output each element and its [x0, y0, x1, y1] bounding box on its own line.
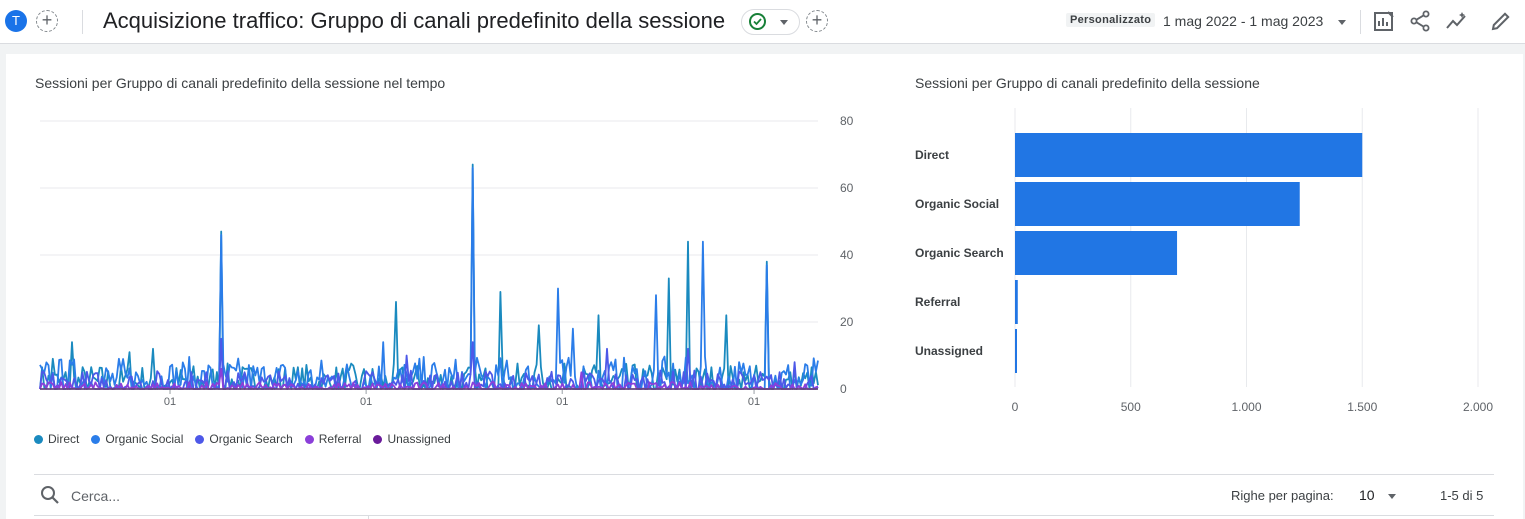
search-input[interactable]: Cerca...: [71, 488, 120, 504]
edit-icon[interactable]: [1490, 10, 1512, 32]
date-range-chevron-icon[interactable]: [1338, 20, 1346, 25]
series-line-organic-social[interactable]: [39, 167, 819, 390]
y-tick-label: 60: [840, 181, 854, 195]
report-header: T + Acquisizione traffico: Gruppo di can…: [0, 0, 1525, 44]
pagination-info: 1-5 di 5: [1440, 488, 1484, 503]
header-divider: [82, 10, 83, 34]
table-column-divider: [368, 515, 369, 519]
x-tick-day: 01: [164, 396, 176, 408]
legend-item-direct[interactable]: Direct: [34, 432, 79, 446]
legend-item-referral[interactable]: Referral: [304, 432, 362, 446]
rows-chevron-icon[interactable]: [1388, 494, 1396, 499]
table-toolbar: Cerca... Righe per pagina: 10 1-5 di 5: [34, 474, 1494, 516]
category-label: Unassigned: [915, 344, 983, 358]
property-avatar[interactable]: T: [5, 10, 27, 32]
date-type-badge: Personalizzato: [1066, 13, 1156, 27]
share-icon[interactable]: [1409, 10, 1431, 32]
legend-swatch: [304, 434, 314, 444]
legend-label: Unassigned: [387, 432, 451, 446]
category-label: Organic Social: [915, 197, 999, 211]
line-chart-title: Sessioni per Gruppo di canali predefinit…: [35, 75, 446, 91]
line-chart-legend: Direct Organic Social Organic Search Referr…: [34, 432, 451, 446]
legend-swatch: [195, 434, 205, 444]
status-dropdown[interactable]: [741, 9, 800, 35]
category-label: Organic Search: [915, 246, 1004, 260]
legend-swatch: [34, 434, 43, 444]
date-range-picker[interactable]: 1 mag 2022 - 1 mag 2023: [1163, 13, 1323, 29]
y-tick-label: 0: [840, 382, 847, 396]
bar-organic-social[interactable]: [1015, 182, 1300, 226]
category-label: Direct: [915, 148, 949, 162]
insights-icon[interactable]: [1445, 10, 1467, 32]
legend-label: Referral: [318, 432, 362, 446]
bar-chart-title: Sessioni per Gruppo di canali predefinit…: [915, 75, 1260, 91]
legend-label: Organic Social: [105, 432, 184, 446]
legend-item-unassigned[interactable]: Unassigned: [373, 432, 451, 446]
table-divider: [34, 515, 1494, 516]
x-tick-label: 500: [1121, 400, 1141, 414]
legend-item-organic-search[interactable]: Organic Search: [195, 432, 293, 446]
rows-per-page-select[interactable]: 10: [1359, 487, 1375, 503]
legend-swatch: [91, 434, 101, 444]
x-tick-label: 1.500: [1347, 400, 1377, 414]
bar-organic-search[interactable]: [1015, 231, 1178, 275]
x-tick-day: 01: [748, 396, 760, 408]
add-comparison-button[interactable]: +: [36, 10, 58, 32]
add-filter-button[interactable]: +: [806, 10, 828, 32]
x-tick-label: 2.000: [1463, 400, 1493, 414]
legend-label: Direct: [48, 432, 80, 446]
chevron-down-icon: [780, 20, 788, 25]
check-icon: [749, 13, 766, 30]
rows-per-page-label: Righe per pagina:: [1231, 488, 1334, 503]
y-tick-label: 20: [840, 315, 854, 329]
header-divider: [1360, 10, 1361, 34]
x-tick-label: 0: [1012, 400, 1019, 414]
x-tick-day: 01: [360, 396, 372, 408]
legend-item-organic-social[interactable]: Organic Social: [91, 432, 183, 446]
x-tick-day: 01: [556, 396, 568, 408]
bar-unassigned[interactable]: [1015, 329, 1017, 373]
legend-label: Organic Search: [209, 432, 293, 446]
bar-chart[interactable]: 0 500 1.000 1.500 2.000 Direct Organic Social O…: [900, 100, 1500, 420]
legend-swatch: [373, 434, 383, 444]
x-tick-label: 1.000: [1231, 400, 1261, 414]
bar-direct[interactable]: [1015, 133, 1363, 177]
customize-report-icon[interactable]: [1373, 10, 1395, 32]
page-title: Acquisizione traffico: Gruppo di canali …: [103, 8, 726, 33]
line-chart[interactable]: 02040608001lug01ott01gen01apr: [0, 108, 860, 408]
y-tick-label: 80: [840, 114, 854, 128]
category-label: Referral: [915, 295, 960, 309]
bar-referral[interactable]: [1015, 280, 1018, 324]
y-tick-label: 40: [840, 248, 854, 262]
search-icon[interactable]: [40, 485, 60, 510]
